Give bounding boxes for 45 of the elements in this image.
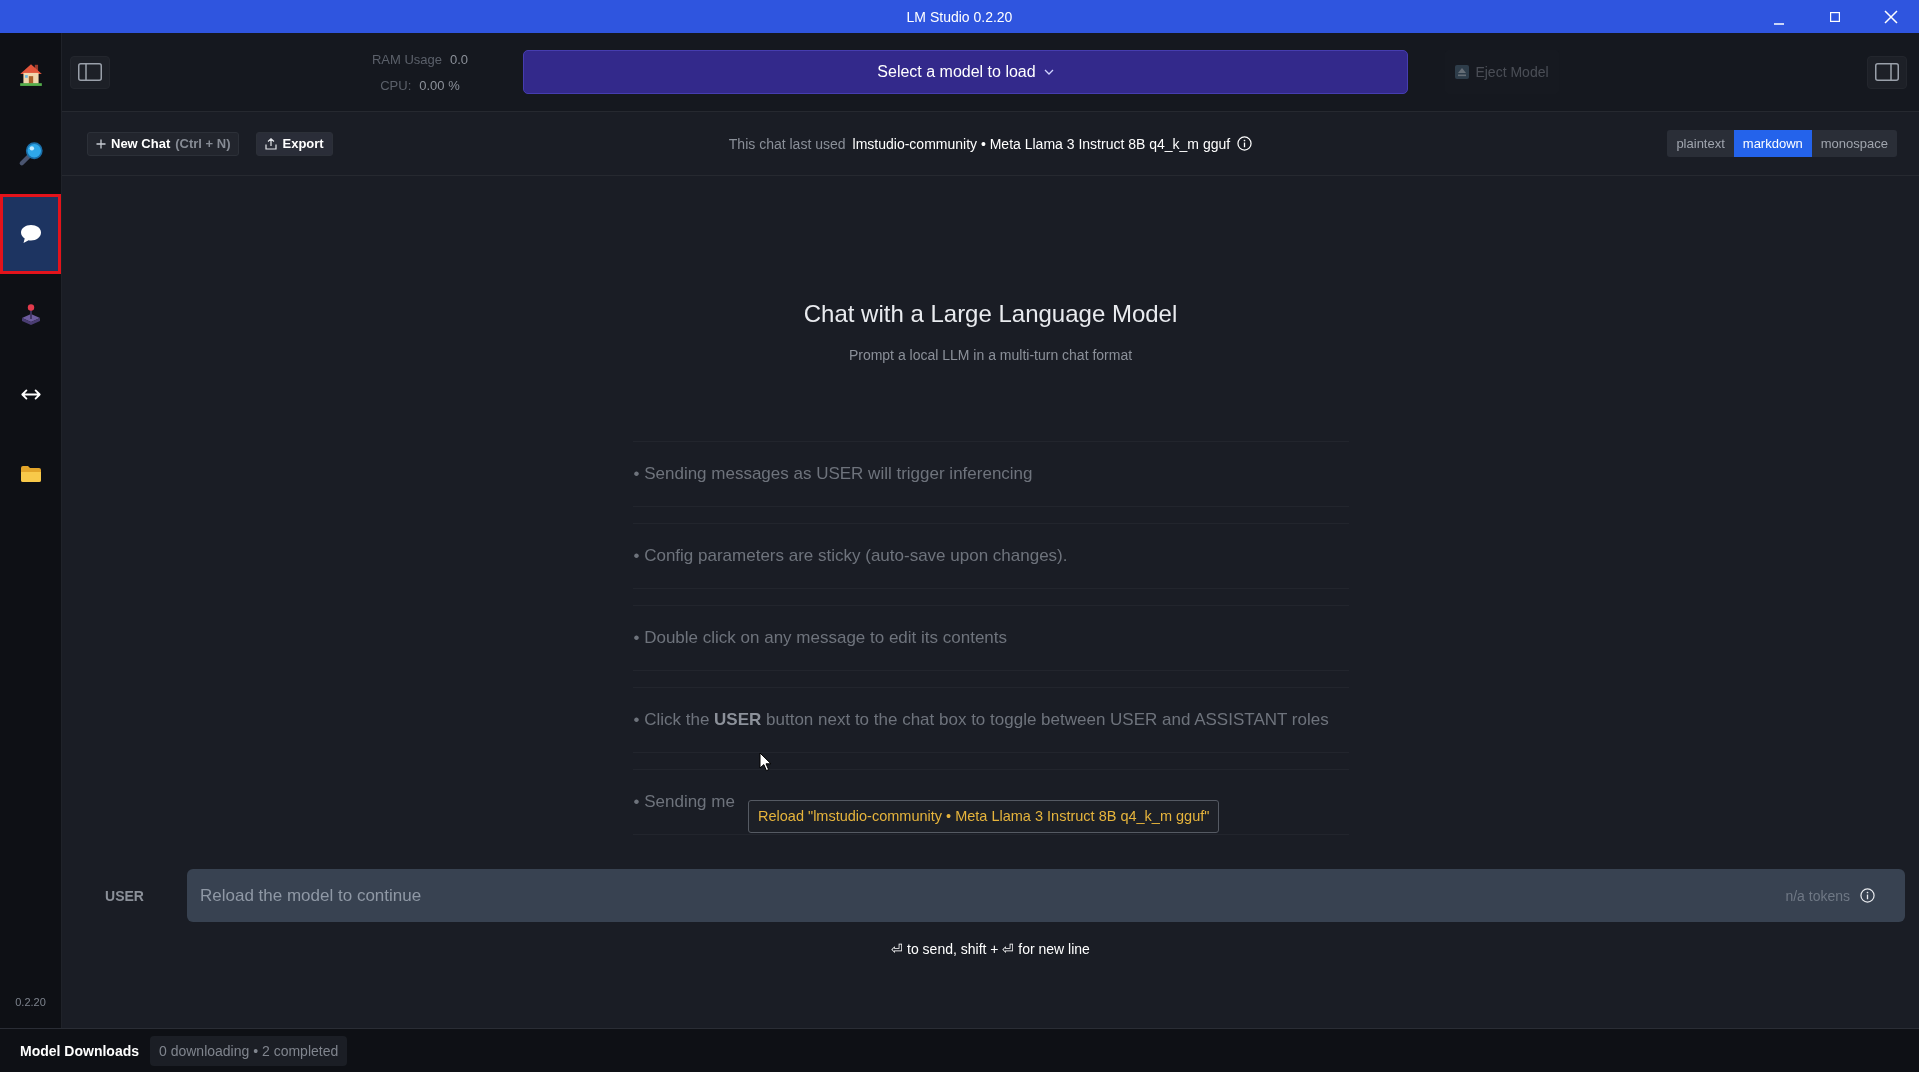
role-toggle-button[interactable]: USER [105,887,144,904]
maximize-icon [1830,11,1840,22]
format-tab[interactable]: markdown [1733,130,1812,157]
plus-icon [96,138,106,149]
tip-text: • Sending me [633,792,735,812]
tip-text: • Config parameters are sticky (auto-save upon changes). [633,546,1068,566]
model-select-dropdown[interactable]: Select a model to load [523,50,1408,94]
speech-bubble-icon [18,223,43,245]
folder-icon [18,464,43,484]
close-icon [1884,9,1898,24]
info-icon [1237,136,1253,151]
nav-item[interactable] [0,194,61,274]
minimize-icon [1774,23,1784,25]
upload-icon [265,137,278,150]
last-used-label: This chat last used [728,135,846,152]
mouse-pointer-icon [759,752,772,772]
version-label: 0.2.20 [15,996,46,1008]
double-arrow-icon [19,387,42,401]
tip-text: • Click the USER button next to the chat box to toggle between USER and ASSISTANT roles [633,710,1329,730]
ram-usage-label: RAM Usage [371,51,442,67]
magnifier-icon [17,141,44,167]
format-tab[interactable]: monospace [1811,130,1897,157]
welcome-heading: Chat with a Large Language Model [803,299,1178,329]
model-downloads-button[interactable]: Model Downloads [20,1042,139,1059]
format-tab[interactable]: plaintext [1667,130,1734,157]
welcome-subtitle: Prompt a local LLM in a multi-turn chat format [848,346,1133,364]
download-status: 0 downloading • 2 completed [150,1035,348,1066]
keyboard-hint: ⏎ to send, shift + ⏎ for new line [891,940,1090,958]
toggle-right-panel-button[interactable] [1867,55,1907,89]
model-name: lmstudio-community • Meta Llama 3 Instruct 8B q4_k_m gguf [852,135,1231,152]
right-panel-icon [1875,63,1899,81]
info-icon [1860,888,1875,903]
eject-icon [1455,65,1470,79]
reload-tooltip: Reload "lmstudio-community • Meta Llama 3 Instruct 8B q4_k_m gguf" [748,800,1220,833]
new-chat-button[interactable]: New Chat (Ctrl + N) [87,131,240,156]
ram-usage-value: 0.0 [450,51,469,67]
cpu-label: CPU: [380,77,412,93]
window-title: LM Studio 0.2.20 [906,8,1013,25]
tip-text: • Double click on any message to edit its contents [633,628,1008,648]
tip-text: • Sending messages as USER will trigger inferencing [633,464,1033,484]
chevron-down-icon [1043,69,1054,75]
toggle-left-panel-button[interactable] [70,55,110,89]
cpu-value: 0.00 % [419,77,460,93]
export-button[interactable]: Export [256,131,333,156]
left-panel-icon [78,63,102,81]
